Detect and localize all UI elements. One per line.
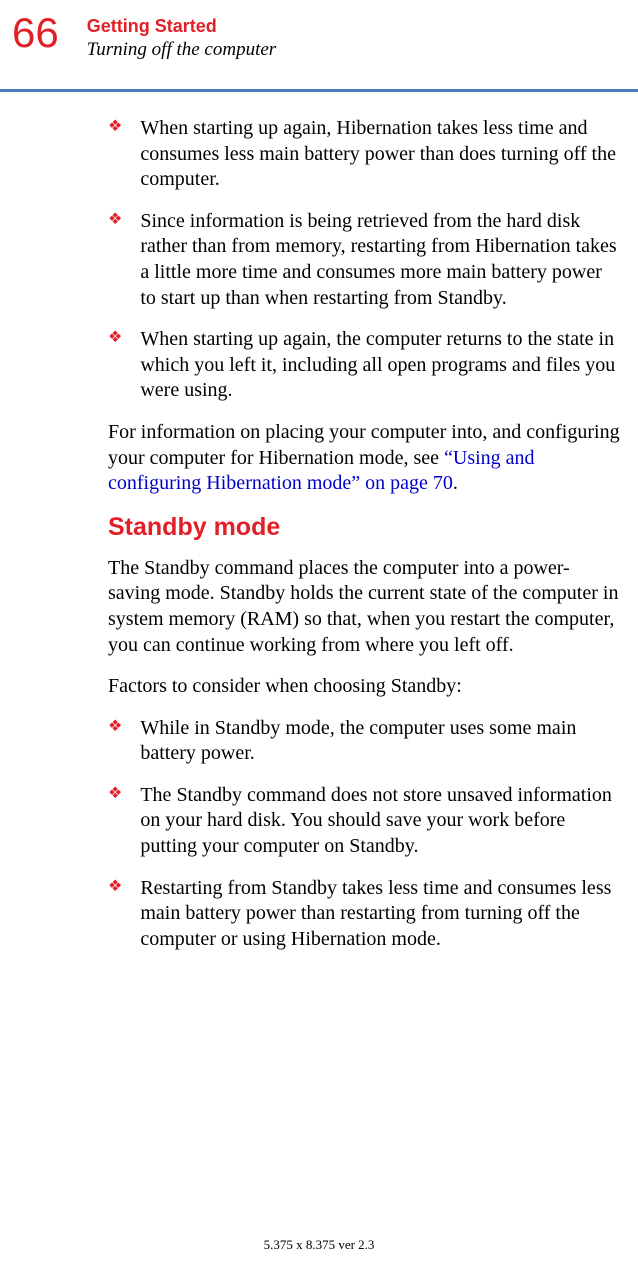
bullet-icon: ❖ xyxy=(108,783,122,805)
page-content: ❖ When starting up again, Hibernation ta… xyxy=(0,92,638,952)
list-item: ❖ While in Standby mode, the computer us… xyxy=(108,716,620,767)
bullet-icon: ❖ xyxy=(108,876,122,898)
bullet-text: The Standby command does not store unsav… xyxy=(140,783,620,860)
list-item: ❖ The Standby command does not store uns… xyxy=(108,783,620,860)
list-item: ❖ Since information is being retrieved f… xyxy=(108,209,620,311)
page-footer: 5.375 x 8.375 ver 2.3 xyxy=(0,1237,638,1253)
page-number: 66 xyxy=(12,12,59,54)
page-header: 66 Getting Started Turning off the compu… xyxy=(0,0,638,61)
bullet-icon: ❖ xyxy=(108,327,122,349)
bullet-text: When starting up again, the computer ret… xyxy=(140,327,620,404)
bullet-list-1: ❖ When starting up again, Hibernation ta… xyxy=(108,116,620,404)
section-heading-standby: Standby mode xyxy=(108,513,620,542)
bullet-icon: ❖ xyxy=(108,116,122,138)
bullet-text: Restarting from Standby takes less time … xyxy=(140,876,620,953)
bullet-text: Since information is being retrieved fro… xyxy=(140,209,620,311)
bullet-icon: ❖ xyxy=(108,209,122,231)
paragraph-factors: Factors to consider when choosing Standb… xyxy=(108,674,620,700)
list-item: ❖ When starting up again, Hibernation ta… xyxy=(108,116,620,193)
paragraph-hibernation-info: For information on placing your computer… xyxy=(108,420,620,497)
header-titles: Getting Started Turning off the computer xyxy=(87,12,276,61)
paragraph-text-post: . xyxy=(453,472,458,494)
section-title-header: Turning off the computer xyxy=(87,39,276,61)
list-item: ❖ When starting up again, the computer r… xyxy=(108,327,620,404)
bullet-text: While in Standby mode, the computer uses… xyxy=(140,716,620,767)
bullet-icon: ❖ xyxy=(108,716,122,738)
paragraph-text-pre: For information on placing your computer… xyxy=(108,421,620,469)
chapter-title: Getting Started xyxy=(87,16,276,37)
paragraph-standby-description: The Standby command places the computer … xyxy=(108,556,620,658)
bullet-text: When starting up again, Hibernation take… xyxy=(140,116,620,193)
bullet-list-2: ❖ While in Standby mode, the computer us… xyxy=(108,716,620,953)
list-item: ❖ Restarting from Standby takes less tim… xyxy=(108,876,620,953)
